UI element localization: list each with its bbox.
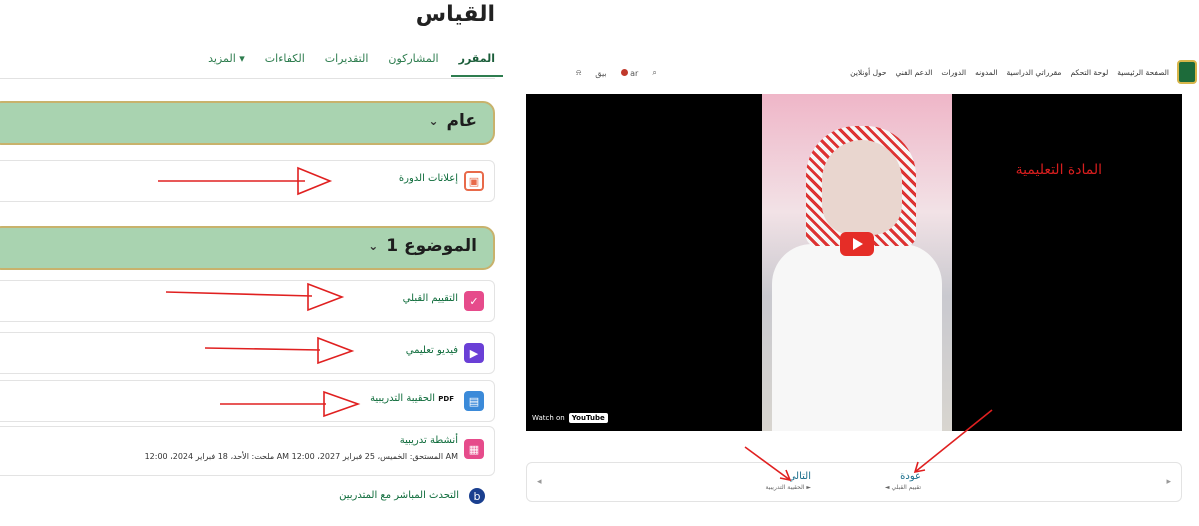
activity-live-chat-label[interactable]: التحدث المباشر مع المتدربين: [339, 490, 459, 501]
video-person-body: [772, 244, 942, 431]
quiz-icon: ✓: [464, 291, 484, 311]
page-title: القياس: [415, 2, 495, 27]
watch-on-youtube[interactable]: Watch on YouTube: [532, 413, 608, 423]
activity-announcements-label[interactable]: إعلانات الدورة: [399, 173, 458, 184]
activity-video[interactable]: ▶ فيديو تعليمي: [0, 332, 495, 374]
video-frame: [762, 94, 952, 431]
section-topic-1-title: الموضوع 1: [386, 236, 477, 256]
nav-home[interactable]: الصفحة الرئيسية: [1117, 68, 1169, 77]
activity-announcements[interactable]: ▣ إعلانات الدورة: [0, 160, 495, 202]
play-icon: ▶: [464, 343, 484, 363]
activity-training-bag-label[interactable]: الحقيبة التدريبية: [370, 393, 435, 404]
video-player[interactable]: المادة التعليمية Watch on YouTube: [526, 94, 1182, 431]
activity-assignments[interactable]: ▦ أنشطة تدريبية ملحت: الأحد، 18 فبراير 2…: [0, 426, 495, 476]
file-icon: ▤: [464, 391, 484, 411]
nav-links: الصفحة الرئيسية لوحة التحكم مقرراتي الدر…: [850, 68, 1169, 77]
video-overlay-label: المادة التعليمية: [1015, 162, 1102, 178]
activity-video-label[interactable]: فيديو تعليمي: [406, 345, 458, 356]
nav-courses[interactable]: الدورات: [941, 68, 966, 77]
tabs-divider: [0, 78, 495, 79]
nav-about[interactable]: حول أونلاين: [850, 68, 886, 77]
nav-blog[interactable]: المدونه: [975, 68, 997, 77]
pager-next[interactable]: التالي الحقيبة التدريبية ►: [765, 471, 811, 491]
section-general[interactable]: عام ⌄: [0, 101, 495, 145]
video-page-panel: الصفحة الرئيسية لوحة التحكم مقرراتي الدر…: [520, 52, 1199, 510]
nav-support[interactable]: الدعم الفني: [896, 68, 933, 77]
pdf-badge: PDF: [438, 395, 454, 403]
tab-grades[interactable]: التقديرات: [325, 52, 369, 65]
course-page-panel: القياس المقرر المشاركون التقديرات الكفاء…: [0, 0, 505, 526]
forum-icon: ▣: [464, 171, 484, 191]
tab-participants[interactable]: المشاركون: [388, 52, 438, 65]
prev-arrow-icon[interactable]: ◂: [537, 477, 542, 487]
activity-assignments-label[interactable]: أنشطة تدريبية: [400, 435, 458, 446]
activity-training-bag[interactable]: ▤ الحقيبة التدريبية PDF: [0, 380, 495, 422]
activity-pretest[interactable]: ✓ التقييم القبلي: [0, 280, 495, 322]
notification-icon[interactable]: ⍾: [576, 68, 581, 78]
chat-icon: b: [469, 488, 485, 504]
chevron-down-icon[interactable]: ⌄: [428, 114, 438, 128]
play-button[interactable]: [840, 232, 874, 256]
activity-pager: ◂ عودة ◄ تقييم القبلي التالي الحقيبة الت…: [526, 462, 1182, 502]
activity-assignments-dates: ملحت: الأحد، 18 فبراير 2024، 12:00 AM ال…: [144, 452, 458, 461]
tab-course[interactable]: المقرر: [450, 52, 504, 77]
flag-icon: [620, 68, 628, 76]
section-general-title: عام: [446, 111, 477, 131]
site-navbar: الصفحة الرئيسية لوحة التحكم مقرراتي الدر…: [520, 52, 1199, 92]
nav-dashboard[interactable]: لوحة التحكم: [1070, 68, 1108, 77]
assignment-icon: ▦: [464, 439, 484, 459]
pager-back[interactable]: عودة ◄ تقييم القبلي: [885, 471, 921, 491]
activity-pretest-label[interactable]: التقييم القبلي: [403, 293, 458, 304]
youtube-logo-icon: YouTube: [568, 413, 608, 423]
video-person-face: [822, 140, 902, 235]
chevron-down-icon[interactable]: ⌄: [368, 239, 378, 253]
section-topic-1[interactable]: الموضوع 1 ⌄: [0, 226, 495, 270]
nav-tools: ⍾ بيق ar ⌕: [576, 68, 657, 78]
search-icon[interactable]: ⌕: [652, 68, 656, 78]
user-menu[interactable]: بيق: [595, 69, 606, 78]
next-arrow-icon[interactable]: ▸: [1166, 477, 1171, 487]
nav-my-courses[interactable]: مقرراتي الدراسية: [1006, 68, 1061, 77]
activity-live-chat[interactable]: b التحدث المباشر مع المتدربين: [0, 484, 495, 526]
site-logo[interactable]: [1177, 60, 1197, 84]
course-tabs: المقرر المشاركون التقديرات الكفاءات المز…: [208, 52, 504, 77]
language-switcher[interactable]: ar: [620, 68, 638, 78]
tab-more[interactable]: المزيد ▾: [208, 52, 245, 65]
tab-competencies[interactable]: الكفاءات: [265, 52, 305, 65]
